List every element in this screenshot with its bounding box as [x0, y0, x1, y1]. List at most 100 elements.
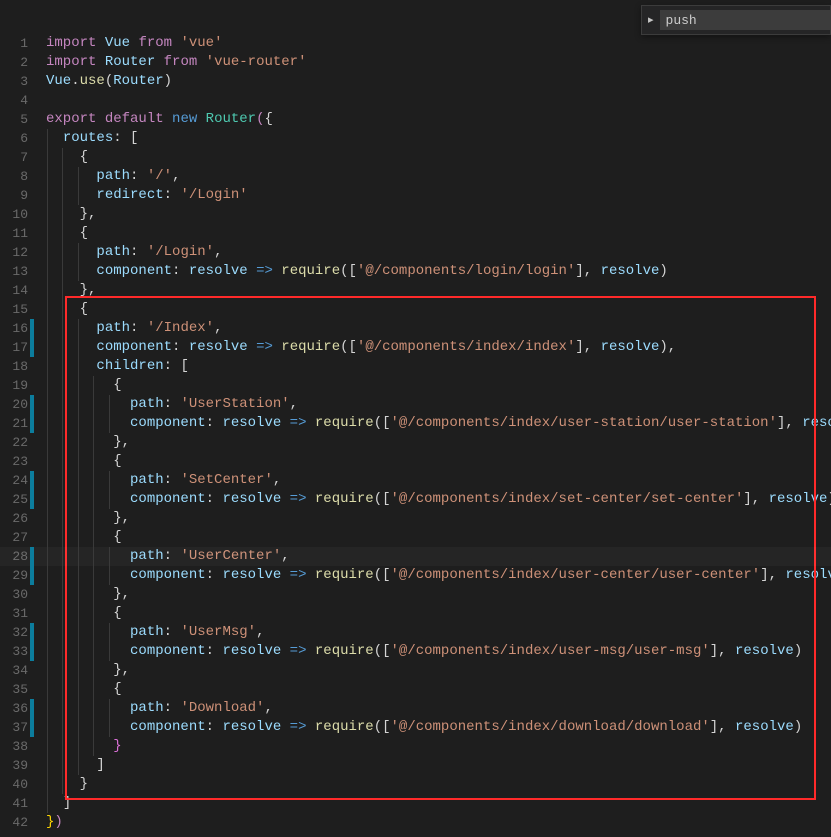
- token-var: resolve: [785, 567, 831, 583]
- token-punc: {: [113, 605, 121, 621]
- token-fn: require: [315, 719, 374, 735]
- code-line[interactable]: path: 'SetCenter',: [46, 471, 831, 490]
- token-punc: ,: [273, 472, 281, 488]
- token-str: 'UserStation': [180, 396, 289, 412]
- token-punc: :: [113, 130, 121, 146]
- token-punc: }: [80, 776, 88, 792]
- line-number: 19: [0, 376, 36, 395]
- code-line[interactable]: },: [46, 585, 831, 604]
- code-line[interactable]: import Router from 'vue-router': [46, 53, 831, 72]
- line-number: 41: [0, 794, 36, 813]
- search-input[interactable]: [660, 10, 831, 30]
- code-line[interactable]: import Vue from 'vue': [46, 34, 831, 53]
- token-punc: [306, 415, 314, 431]
- code-line[interactable]: children: [: [46, 357, 831, 376]
- token-arrow: =>: [290, 415, 307, 431]
- code-line[interactable]: [46, 91, 831, 110]
- code-line[interactable]: path: 'UserCenter',: [46, 547, 831, 566]
- token-punc: ,: [214, 244, 222, 260]
- code-editor[interactable]: ▸ Aa Ab 12345678910111213141516171819202…: [0, 0, 831, 837]
- code-line[interactable]: {: [46, 376, 831, 395]
- code-line[interactable]: {: [46, 528, 831, 547]
- code-line[interactable]: },: [46, 281, 831, 300]
- token-punc: :: [206, 491, 214, 507]
- code-area[interactable]: import Vue from 'vue'import Router from …: [46, 34, 831, 832]
- token-str: '/Login': [180, 187, 247, 203]
- token-punc: ,: [264, 700, 272, 716]
- token-punc: [180, 263, 188, 279]
- token-punc: [138, 244, 146, 260]
- line-number: 13: [0, 262, 36, 281]
- token-punc: ,: [214, 320, 222, 336]
- token-punc: [138, 320, 146, 336]
- token-punc: {: [113, 453, 121, 469]
- code-line[interactable]: component: resolve => require(['@/compon…: [46, 338, 831, 357]
- token-arrow: =>: [290, 643, 307, 659]
- token-prop: path: [130, 396, 164, 412]
- token-str: '@/components/index/download/download': [391, 719, 710, 735]
- find-widget[interactable]: ▸ Aa Ab: [641, 5, 831, 35]
- token-punc: [: [122, 130, 139, 146]
- line-number: 40: [0, 775, 36, 794]
- code-line[interactable]: },: [46, 433, 831, 452]
- code-line[interactable]: {: [46, 604, 831, 623]
- token-kw: import: [46, 54, 96, 70]
- code-line[interactable]: routes: [: [46, 129, 831, 148]
- code-line[interactable]: {: [46, 680, 831, 699]
- code-line[interactable]: Vue.use(Router): [46, 72, 831, 91]
- code-line[interactable]: redirect: '/Login': [46, 186, 831, 205]
- code-line[interactable]: path: 'Download',: [46, 699, 831, 718]
- code-line[interactable]: component: resolve => require(['@/compon…: [46, 490, 831, 509]
- token-punc: ,: [172, 168, 180, 184]
- token-prop: path: [130, 624, 164, 640]
- code-line[interactable]: ]: [46, 794, 831, 813]
- token-punc: :: [164, 396, 172, 412]
- token-var: resolve: [222, 567, 281, 583]
- token-arrow: =>: [290, 567, 307, 583]
- token-prop: path: [130, 700, 164, 716]
- code-line[interactable]: {: [46, 300, 831, 319]
- line-number: 2: [0, 53, 36, 72]
- code-line[interactable]: component: resolve => require(['@/compon…: [46, 718, 831, 737]
- token-punc: },: [80, 206, 97, 222]
- code-line[interactable]: path: 'UserMsg',: [46, 623, 831, 642]
- code-line[interactable]: {: [46, 148, 831, 167]
- token-punc: ]: [96, 757, 104, 773]
- token-kw: import: [46, 35, 96, 51]
- code-line[interactable]: }): [46, 813, 831, 832]
- code-line[interactable]: }: [46, 775, 831, 794]
- code-line[interactable]: path: '/Login',: [46, 243, 831, 262]
- token-punc: [: [172, 358, 189, 374]
- token-prop: path: [130, 548, 164, 564]
- token-punc: :: [206, 567, 214, 583]
- code-line[interactable]: component: resolve => require(['@/compon…: [46, 262, 831, 281]
- modified-line-marker: [30, 414, 34, 433]
- token-punc: ],: [743, 491, 768, 507]
- code-line[interactable]: path: 'UserStation',: [46, 395, 831, 414]
- token-punc: ],: [575, 263, 600, 279]
- token-punc: [281, 719, 289, 735]
- code-line[interactable]: component: resolve => require(['@/compon…: [46, 642, 831, 661]
- code-line[interactable]: },: [46, 661, 831, 680]
- code-line[interactable]: ]: [46, 756, 831, 775]
- code-line[interactable]: },: [46, 509, 831, 528]
- code-line[interactable]: component: resolve => require(['@/compon…: [46, 566, 831, 585]
- modified-line-marker: [30, 718, 34, 737]
- token-punc: .: [71, 73, 79, 89]
- token-str: 'Download': [180, 700, 264, 716]
- code-line[interactable]: }: [46, 737, 831, 756]
- code-line[interactable]: path: '/',: [46, 167, 831, 186]
- token-punc: :: [164, 187, 172, 203]
- token-var: resolve: [601, 339, 660, 355]
- code-line[interactable]: {: [46, 452, 831, 471]
- line-number: 42: [0, 813, 36, 832]
- modified-line-marker: [30, 490, 34, 509]
- modified-line-marker: [30, 699, 34, 718]
- code-line[interactable]: component: resolve => require(['@/compon…: [46, 414, 831, 433]
- code-line[interactable]: },: [46, 205, 831, 224]
- code-line[interactable]: path: '/Index',: [46, 319, 831, 338]
- code-line[interactable]: export default new Router({: [46, 110, 831, 129]
- code-line[interactable]: {: [46, 224, 831, 243]
- token-punc: ): [164, 73, 172, 89]
- expand-icon[interactable]: ▸: [646, 13, 656, 27]
